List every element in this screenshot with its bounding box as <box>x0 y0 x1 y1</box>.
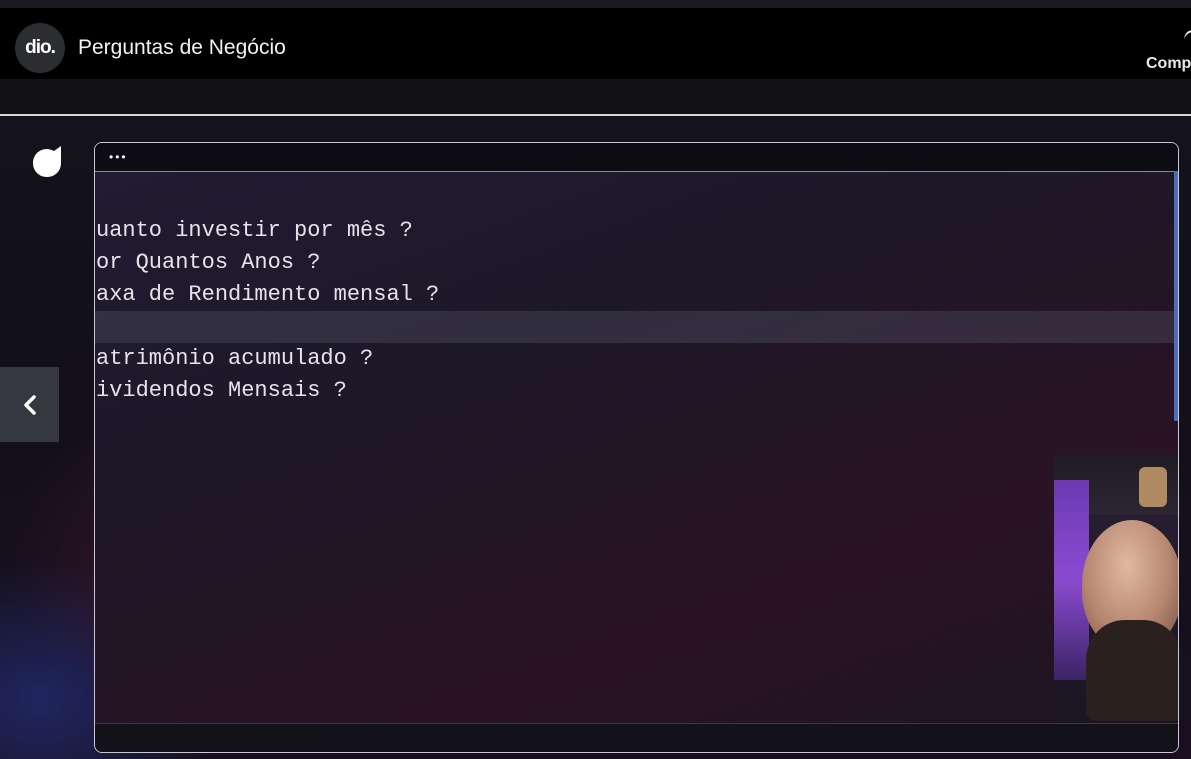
share-arrow-icon <box>1184 30 1191 39</box>
code-line: atrimônio acumulado ? <box>96 346 374 371</box>
code-line: uanto investir por mês ? <box>96 218 413 243</box>
video-title[interactable]: Perguntas de Negócio <box>78 36 286 60</box>
editor-title-bar: ••• <box>95 143 1178 172</box>
channel-logo-text: dio. <box>25 37 56 58</box>
editor-scrollbar[interactable] <box>1174 171 1178 421</box>
window-dots: ••• <box>109 150 128 164</box>
editor-status-bar <box>95 723 1178 752</box>
chevron-left-icon <box>23 394 36 415</box>
share-button[interactable]: Comp <box>1140 24 1191 76</box>
header-divider <box>0 114 1191 116</box>
code-line: ividendos Mensais ? <box>96 378 347 403</box>
code-editor-window: ••• uanto investir por mês ? or Quantos … <box>94 142 1179 753</box>
code-line: or Quantos Anos ? <box>96 250 321 275</box>
code-line-current <box>95 311 1178 343</box>
video-header: dio. Perguntas de Negócio <box>0 8 1191 79</box>
presenter-beard <box>1086 620 1178 721</box>
previous-button[interactable] <box>0 367 59 442</box>
header-sub-band <box>0 79 1191 114</box>
code-line: axa de Rendimento mensal ? <box>96 282 440 307</box>
channel-logo[interactable]: dio. <box>15 23 65 73</box>
top-strip <box>0 0 1191 8</box>
webcam-figurine <box>1139 467 1167 507</box>
presenter-webcam <box>1054 455 1178 721</box>
editor-content[interactable]: uanto investir por mês ? or Quantos Anos… <box>95 183 1178 407</box>
video-player: dio. Perguntas de Negócio Comp ••• uanto… <box>0 0 1191 759</box>
dio-drop-icon <box>33 146 61 177</box>
share-label: Comp <box>1146 55 1191 72</box>
